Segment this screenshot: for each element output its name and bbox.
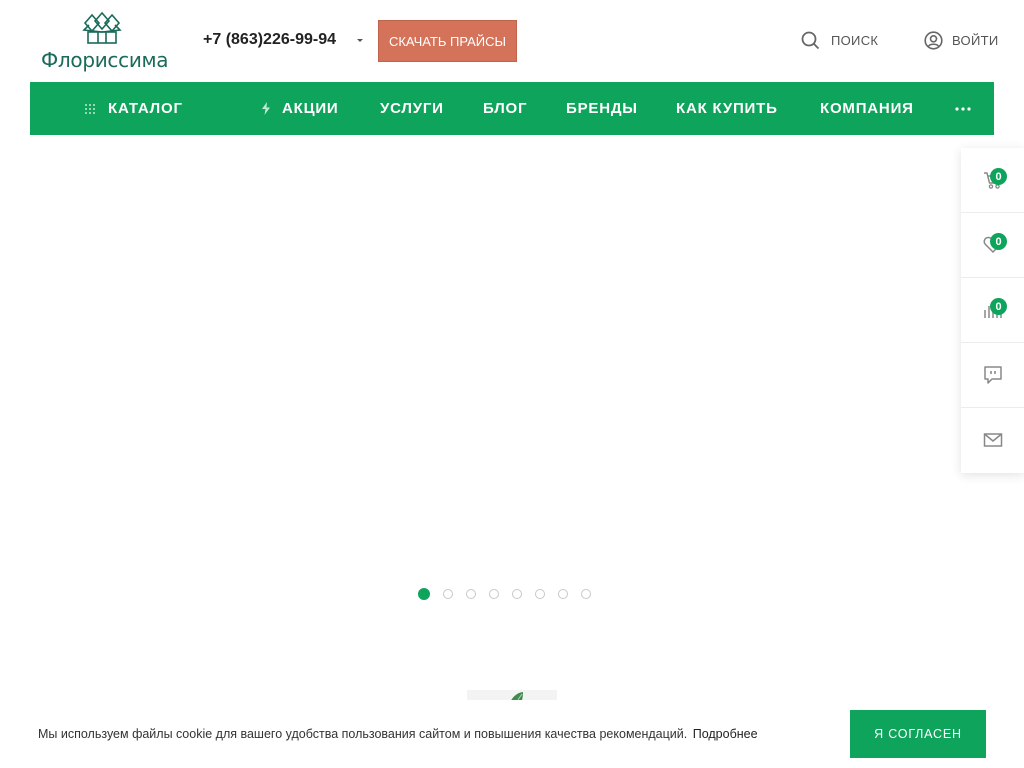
slider-dot[interactable] (443, 589, 453, 599)
nav-item-brands[interactable]: БРЕНДЫ (566, 82, 638, 135)
nav-item-catalog[interactable]: КАТАЛОГ (84, 82, 183, 135)
logo-text: Флориссима (41, 48, 169, 72)
cart-button[interactable]: 0 (961, 148, 1024, 213)
grid-icon (85, 103, 95, 114)
email-button[interactable] (961, 408, 1024, 472)
cookie-agree-button[interactable]: Я СОГЛАСЕН (850, 710, 986, 758)
nav-item-promotions[interactable]: АКЦИИ (261, 82, 339, 135)
nav-label: УСЛУГИ (380, 100, 444, 117)
nav-label: АКЦИИ (282, 100, 339, 117)
mail-icon (983, 433, 1002, 447)
logo-flower-icon (82, 11, 122, 44)
compare-count-badge: 0 (990, 298, 1007, 315)
nav-item-blog[interactable]: БЛОГ (483, 82, 527, 135)
compare-button[interactable]: 0 (961, 278, 1024, 343)
nav-label: КОМПАНИЯ (820, 100, 914, 117)
slider-dot[interactable] (581, 589, 591, 599)
slider-dot[interactable] (512, 589, 522, 599)
nav-label: БРЕНДЫ (566, 100, 638, 117)
slider-pagination (418, 588, 591, 600)
slider-dot[interactable] (535, 589, 545, 599)
login-label: ВОЙТИ (952, 33, 999, 48)
cookie-text: Мы используем файлы cookie для вашего уд… (38, 727, 688, 741)
slider-dot[interactable] (489, 589, 499, 599)
slider-dot[interactable] (558, 589, 568, 599)
chat-icon (983, 366, 1002, 384)
phone-number[interactable]: +7 (863)226-99-94 (203, 31, 336, 49)
chevron-down-icon[interactable] (357, 39, 363, 42)
nav-more-button[interactable] (955, 82, 971, 135)
cookie-more-link[interactable]: Подробнее (693, 727, 758, 741)
nav-label: КАК КУПИТЬ (676, 100, 778, 117)
search-label: ПОИСК (831, 33, 879, 48)
download-prices-button[interactable]: СКАЧАТЬ ПРАЙСЫ (378, 20, 517, 62)
nav-item-services[interactable]: УСЛУГИ (380, 82, 444, 135)
slider-dot[interactable] (418, 588, 430, 600)
logo[interactable]: Флориссима (38, 10, 169, 72)
site-header: Флориссима +7 (863)226-99-94 СКАЧАТЬ ПРА… (0, 0, 1024, 82)
feedback-button[interactable] (961, 343, 1024, 408)
user-icon (924, 31, 943, 50)
search-button[interactable]: ПОИСК (801, 31, 878, 50)
cookie-message: Мы используем файлы cookie для вашего уд… (38, 727, 758, 741)
nav-item-company[interactable]: КОМПАНИЯ (820, 82, 914, 135)
search-icon (801, 31, 820, 50)
favorites-count-badge: 0 (990, 233, 1007, 250)
cart-count-badge: 0 (990, 168, 1007, 185)
nav-item-how-to-buy[interactable]: КАК КУПИТЬ (676, 82, 778, 135)
hero-slider (0, 135, 1024, 615)
slider-dot[interactable] (466, 589, 476, 599)
cookie-banner: Мы используем файлы cookie для вашего уд… (0, 700, 1024, 768)
more-dots-icon (955, 106, 971, 111)
main-nav: КАТАЛОГ АКЦИИ УСЛУГИ БЛОГ БРЕНДЫ КАК КУП… (30, 82, 994, 135)
side-panel: 0 0 0 (961, 148, 1024, 473)
lightning-icon (262, 102, 270, 115)
nav-label: БЛОГ (483, 100, 528, 117)
nav-label: КАТАЛОГ (108, 100, 183, 117)
login-button[interactable]: ВОЙТИ (924, 31, 998, 50)
favorites-button[interactable]: 0 (961, 213, 1024, 278)
